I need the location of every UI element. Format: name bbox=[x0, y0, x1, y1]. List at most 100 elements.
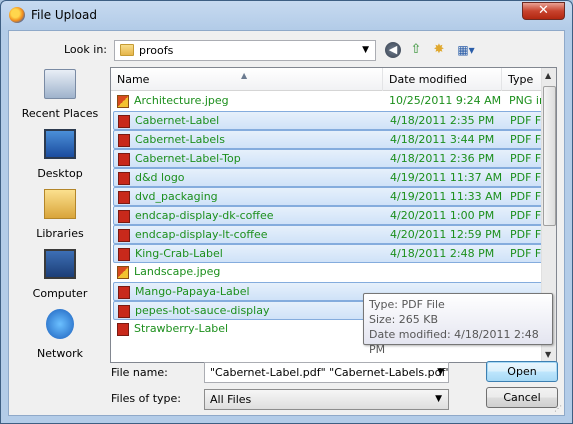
title-bar[interactable]: File Upload ✕ bbox=[1, 1, 572, 29]
file-row[interactable]: endcap-display-lt-coffee 4/20/2011 12:59 … bbox=[113, 225, 546, 244]
column-header-name[interactable]: ▲ Name bbox=[111, 68, 383, 91]
place-label: Libraries bbox=[36, 227, 84, 240]
file-name: Architecture.jpeg bbox=[134, 94, 229, 107]
place-computer[interactable]: Computer bbox=[14, 249, 106, 305]
cancel-button[interactable]: Cancel bbox=[486, 387, 558, 408]
file-date: 4/20/2011 12:59 PM bbox=[390, 228, 502, 241]
place-label: Computer bbox=[32, 287, 88, 300]
scroll-up-icon[interactable]: ▲ bbox=[545, 71, 551, 80]
file-date: 4/19/2011 11:33 AM bbox=[390, 190, 503, 203]
pdf-file-icon bbox=[118, 305, 130, 318]
image-file-icon bbox=[117, 266, 129, 279]
file-upload-dialog: File Upload ✕ Look in: proofs ▼ ◀ ⇧ ✸ ▦▾… bbox=[0, 0, 573, 424]
pdf-file-icon bbox=[118, 286, 130, 299]
file-row[interactable]: King-Crab-Label4/18/2011 2:48 PMPDF File bbox=[113, 244, 546, 263]
pdf-file-icon bbox=[118, 191, 130, 204]
chevron-down-icon: ▼ bbox=[362, 45, 369, 55]
chevron-down-icon[interactable]: ▼ bbox=[437, 367, 444, 377]
file-name: endcap-display-dk-coffee bbox=[135, 209, 274, 222]
file-info-tooltip: Type: PDF File Size: 265 KB Date modifie… bbox=[363, 293, 553, 356]
filename-input[interactable]: "Cabernet-Label.pdf" "Cabernet-Labels.pd… bbox=[204, 362, 449, 383]
file-name: Landscape.jpeg bbox=[134, 265, 221, 278]
pdf-file-icon bbox=[118, 134, 130, 147]
recent-places-icon bbox=[44, 69, 76, 99]
scrollbar-thumb[interactable] bbox=[543, 86, 556, 226]
lookin-dropdown[interactable]: proofs ▼ bbox=[114, 40, 376, 61]
file-name: Cabernet-Label bbox=[135, 114, 220, 127]
file-name: Mango-Papaya-Label bbox=[135, 285, 250, 298]
filetype-label: Files of type: bbox=[111, 392, 182, 405]
image-file-icon bbox=[117, 95, 129, 108]
pdf-file-icon bbox=[118, 210, 130, 223]
file-row[interactable]: Cabernet-Label4/18/2011 2:35 PMPDF File bbox=[113, 111, 546, 130]
file-name: Cabernet-Label-Top bbox=[135, 152, 241, 165]
place-recent-places[interactable]: Recent Places bbox=[14, 69, 106, 125]
column-header-type[interactable]: Type bbox=[502, 68, 546, 91]
places-bar: Recent Places Desktop Libraries Computer… bbox=[14, 69, 106, 363]
file-row[interactable]: Cabernet-Labels4/18/2011 3:44 PMPDF File bbox=[113, 130, 546, 149]
pdf-file-icon bbox=[118, 229, 130, 242]
back-arrow-icon[interactable]: ◀ bbox=[385, 42, 401, 58]
file-name: King-Crab-Label bbox=[135, 247, 223, 260]
place-network[interactable]: Network bbox=[14, 309, 106, 365]
network-icon bbox=[46, 309, 74, 339]
column-header-date[interactable]: Date modified bbox=[383, 68, 502, 91]
firefox-icon bbox=[9, 7, 25, 23]
close-button[interactable]: ✕ bbox=[522, 2, 565, 20]
file-name: Strawberry-Label bbox=[134, 322, 229, 335]
desktop-icon bbox=[44, 129, 76, 159]
window-title: File Upload bbox=[31, 8, 97, 22]
file-row[interactable]: Landscape.jpeg bbox=[113, 263, 543, 282]
file-name: endcap-display-lt-coffee bbox=[135, 228, 268, 241]
tooltip-size: Size: 265 KB bbox=[369, 313, 439, 326]
pdf-file-icon bbox=[118, 248, 130, 261]
file-name: pepes-hot-sauce-display bbox=[135, 304, 270, 317]
tooltip-date: Date modified: 4/18/2011 2:48 PM bbox=[369, 328, 539, 356]
computer-icon bbox=[44, 249, 76, 279]
place-label: Recent Places bbox=[21, 107, 99, 120]
filetype-select[interactable]: All Files ▼ bbox=[204, 389, 449, 410]
libraries-icon bbox=[44, 189, 76, 219]
file-date: 10/25/2011 9:24 AM bbox=[389, 94, 502, 107]
place-libraries[interactable]: Libraries bbox=[14, 189, 106, 245]
file-row[interactable]: endcap-display-dk-coffee 4/20/2011 1:00 P… bbox=[113, 206, 546, 225]
file-date: 4/19/2011 11:37 AM bbox=[390, 171, 503, 184]
file-name: dvd_packaging bbox=[135, 190, 218, 203]
lookin-value: proofs bbox=[139, 44, 174, 57]
place-label: Network bbox=[37, 347, 83, 360]
place-label: Desktop bbox=[37, 167, 83, 180]
folder-icon bbox=[120, 44, 134, 56]
file-row[interactable]: d&d logo4/19/2011 11:37 AMPDF File bbox=[113, 168, 546, 187]
dialog-body: Look in: proofs ▼ ◀ ⇧ ✸ ▦▾ Recent Places… bbox=[8, 30, 565, 416]
file-row[interactable]: dvd_packaging4/19/2011 11:33 AMPDF File bbox=[113, 187, 546, 206]
file-type: PNG im bbox=[509, 94, 545, 107]
file-date: 4/18/2011 2:35 PM bbox=[390, 114, 495, 127]
column-header-row: ▲ Name Date modified Type bbox=[111, 68, 546, 91]
filename-value: "Cabernet-Label.pdf" "Cabernet-Labels.pd… bbox=[210, 366, 449, 379]
resize-grip-icon[interactable]: ⋰ bbox=[554, 404, 562, 413]
new-folder-icon[interactable]: ✸ bbox=[430, 41, 448, 59]
place-desktop[interactable]: Desktop bbox=[14, 129, 106, 185]
pdf-file-icon bbox=[117, 323, 129, 336]
tooltip-type: Type: PDF File bbox=[369, 298, 445, 311]
file-date: 4/18/2011 2:48 PM bbox=[390, 247, 495, 260]
pdf-file-icon bbox=[118, 153, 130, 166]
file-date: 4/18/2011 2:36 PM bbox=[390, 152, 495, 165]
sort-ascending-icon: ▲ bbox=[241, 71, 248, 80]
views-menu-icon[interactable]: ▦▾ bbox=[453, 41, 479, 59]
open-button[interactable]: Open bbox=[486, 361, 558, 382]
pdf-file-icon bbox=[118, 172, 130, 185]
file-date: 4/18/2011 3:44 PM bbox=[390, 133, 495, 146]
filename-label: File name: bbox=[111, 366, 168, 379]
filetype-value: All Files bbox=[210, 393, 252, 406]
file-name: d&d logo bbox=[135, 171, 185, 184]
column-header-name-label: Name bbox=[117, 73, 150, 86]
file-row[interactable]: Architecture.jpeg 10/25/2011 9:24 AM PNG i… bbox=[113, 92, 545, 111]
pdf-file-icon bbox=[118, 115, 130, 128]
file-row[interactable]: Cabernet-Label-Top4/18/2011 2:36 PMPDF F… bbox=[113, 149, 546, 168]
file-name: Cabernet-Labels bbox=[135, 133, 225, 146]
up-folder-icon[interactable]: ⇧ bbox=[407, 41, 425, 59]
file-date: 4/20/2011 1:00 PM bbox=[390, 209, 495, 222]
chevron-down-icon: ▼ bbox=[435, 394, 442, 404]
lookin-label: Look in: bbox=[64, 43, 107, 56]
